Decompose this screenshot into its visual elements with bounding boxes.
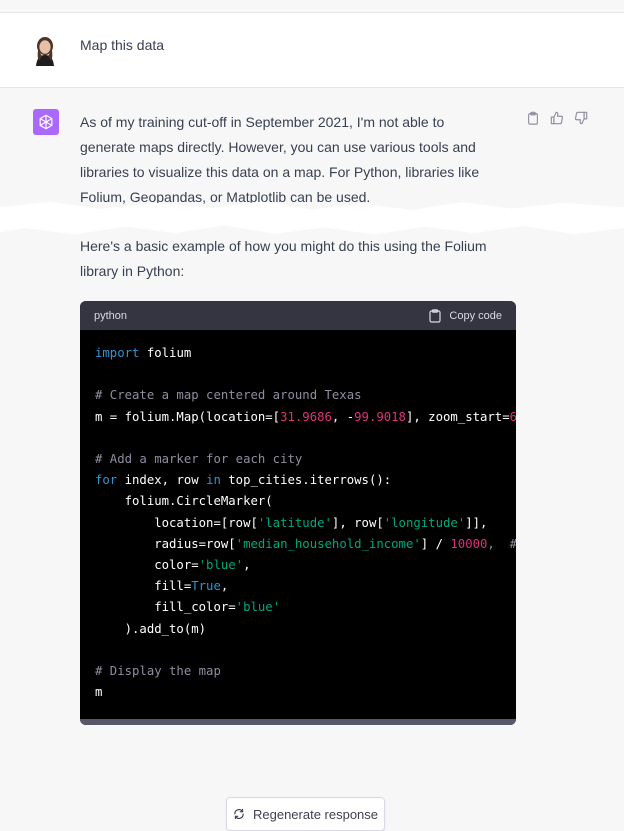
code-line: ).add_to(m) <box>95 619 501 640</box>
code-token: 'longitude' <box>383 515 466 530</box>
assistant-paragraph-2: Here's a basic example of how you might … <box>80 238 487 279</box>
code-token: m <box>95 685 103 700</box>
thumbs-down-icon[interactable] <box>574 111 588 125</box>
code-token: 31.9686 <box>280 409 332 424</box>
assistant-paragraph-1: As of my training cut-off in September 2… <box>80 114 480 205</box>
code-token: True <box>191 579 221 594</box>
code-token: import <box>95 346 140 360</box>
code-token: 'latitude' <box>257 515 332 530</box>
code-line: m <box>95 682 501 703</box>
code-token: # Create a map centered around Texas <box>95 388 362 403</box>
clipboard-icon[interactable] <box>526 111 540 125</box>
code-line: # Add a marker for each city <box>95 449 501 470</box>
code-content: import folium​# Create a map centered ar… <box>80 330 516 716</box>
code-line: ​ <box>95 640 501 661</box>
code-line: ​ <box>95 428 501 449</box>
code-line: ​ <box>95 364 501 385</box>
code-token: top_cities.iterrows(): <box>220 473 392 488</box>
code-horizontal-scrollbar[interactable] <box>80 719 516 725</box>
code-token: , - <box>331 409 355 424</box>
code-line: folium.CircleMarker( <box>95 491 501 512</box>
code-language: python <box>94 309 128 322</box>
message-actions <box>526 111 588 125</box>
code-token: 99.9018 <box>354 409 406 424</box>
thumbs-up-icon[interactable] <box>550 111 564 125</box>
code-token: color= <box>95 558 199 573</box>
user-avatar <box>33 34 57 66</box>
code-token: # Display the map <box>95 664 221 679</box>
code-token: for <box>95 473 118 488</box>
code-token: index, row <box>117 473 207 488</box>
code-line: # Create a map centered around Texas <box>95 385 501 406</box>
code-token: fill_color= <box>95 600 236 615</box>
code-line: fill_color='blue' <box>95 597 501 618</box>
code-token: # Add a marker for each city <box>95 452 303 467</box>
code-token: , <box>243 558 251 573</box>
code-token: ]], <box>465 515 488 530</box>
openai-logo-icon <box>33 109 59 135</box>
code-token: folium.CircleMarker( <box>95 494 273 509</box>
assistant-message-row: As of my training cut-off in September 2… <box>0 88 624 831</box>
code-token: fill= <box>95 579 192 594</box>
code-token: 'blue' <box>198 558 244 573</box>
code-line: m = folium.Map(location=[31.9686, -99.90… <box>95 407 516 428</box>
code-token: 6 <box>509 409 516 424</box>
code-line: location=[row['latitude'], row['longitud… <box>95 513 501 534</box>
code-token: location=[row[ <box>95 515 258 530</box>
code-line: import folium <box>95 343 501 364</box>
refresh-icon <box>234 808 244 820</box>
code-line: radius=row['median_household_income'] / … <box>95 534 516 555</box>
code-line: # Display the map <box>95 661 501 682</box>
user-message: Map this data <box>80 37 165 53</box>
code-token: folium <box>139 346 192 360</box>
code-token: 10000 <box>450 536 488 551</box>
code-token: ).add_to(m) <box>95 621 207 636</box>
code-block: python Copy code import folium​# Create … <box>80 301 516 725</box>
code-token: in <box>206 473 221 488</box>
top-strip <box>0 0 624 13</box>
code-token: m = folium.Map(location=[ <box>95 409 281 424</box>
code-header: python Copy code <box>80 301 516 330</box>
code-line: for index, row in top_cities.iterrows(): <box>95 470 501 491</box>
code-token: 'blue' <box>235 600 281 615</box>
code-line: color='blue', <box>95 555 501 576</box>
code-token: ], row[ <box>331 515 384 530</box>
code-token: radius=row[ <box>95 536 236 551</box>
copy-code-button[interactable]: Copy code <box>429 308 502 323</box>
regenerate-response-label: Regenerate response <box>252 806 379 822</box>
code-token: , <box>220 579 229 594</box>
regenerate-response-button[interactable]: Regenerate response <box>226 797 385 831</box>
code-token: 'median_household_income' <box>235 536 421 551</box>
code-token: ] / <box>420 536 451 551</box>
copy-icon <box>429 308 442 323</box>
code-token: ], zoom_start= <box>405 409 510 424</box>
code-token: , # <box>487 536 516 551</box>
code-line: fill=True, <box>95 576 501 597</box>
copy-code-label: Copy code <box>449 309 502 322</box>
user-message-row: Map this data <box>0 13 624 88</box>
